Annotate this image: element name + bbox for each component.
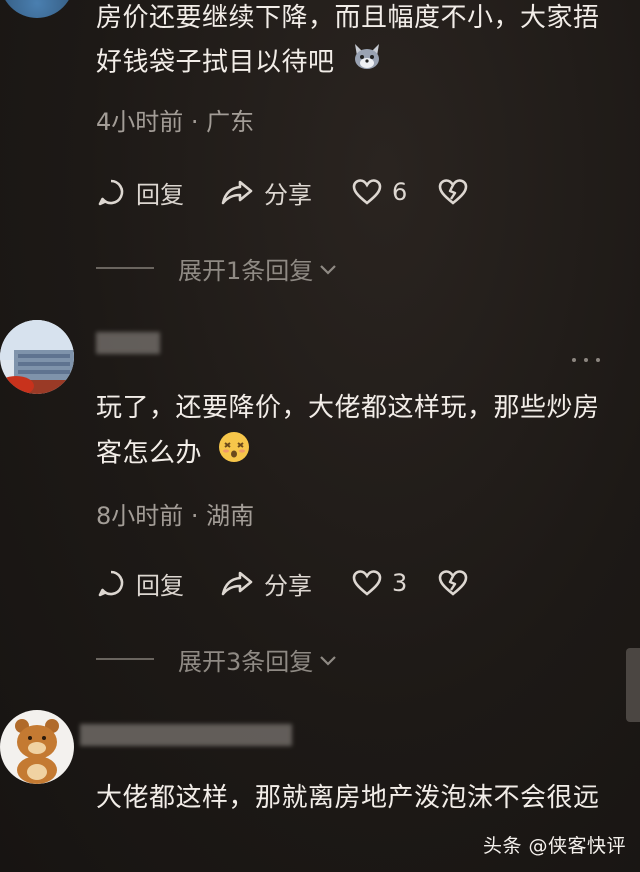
broken-heart-icon	[438, 570, 468, 596]
divider-line	[96, 267, 154, 269]
username[interactable]	[96, 332, 160, 354]
divider-line	[96, 658, 154, 660]
like-count: 3	[392, 569, 408, 597]
share-button[interactable]: 分享	[220, 563, 312, 603]
like-count: 6	[392, 178, 408, 206]
expand-label: 展开3条回复	[178, 647, 314, 676]
reply-label: 回复	[136, 180, 184, 209]
comment-time: 8小时前 · 湖南	[96, 502, 255, 530]
dizzy-face-icon	[217, 430, 251, 478]
reply-button[interactable]: 回复	[96, 172, 184, 212]
share-label: 分享	[264, 571, 312, 600]
reply-label: 回复	[136, 571, 184, 600]
scrollbar[interactable]	[626, 648, 640, 722]
reply-icon	[98, 179, 124, 206]
broken-heart-icon	[438, 179, 468, 205]
comment-text: 房价还要继续下降，而且幅度不小，大家捂好钱袋子拭目以待吧	[96, 0, 606, 86]
comment-text: 大佬都这样，那就离房地产泼泡沫不会很远	[96, 783, 600, 813]
chevron-down-icon	[319, 645, 337, 673]
watermark: 头条 @侠客快评	[482, 835, 626, 857]
comment-time: 4小时前 · 广东	[96, 108, 255, 136]
dislike-button[interactable]	[438, 172, 468, 212]
avatar[interactable]	[0, 710, 74, 784]
share-icon	[221, 571, 253, 596]
share-label: 分享	[264, 180, 312, 209]
reply-button[interactable]: 回复	[96, 563, 184, 603]
share-button[interactable]: 分享	[220, 172, 312, 212]
comment-actions: 回复 分享 3	[96, 563, 516, 603]
heart-icon	[352, 570, 382, 596]
heart-icon	[352, 179, 382, 205]
expand-replies-button[interactable]: 展开3条回复	[96, 641, 337, 677]
chevron-down-icon	[319, 254, 337, 282]
expand-replies-button[interactable]: 展开1条回复	[96, 250, 337, 286]
reply-icon	[98, 570, 124, 597]
comment-text: 玩了，还要降价，大佬都这样玩，那些炒房客怎么办	[96, 386, 606, 478]
avatar[interactable]	[0, 320, 74, 394]
comment-actions: 回复 分享 6	[96, 172, 516, 212]
dislike-button[interactable]	[438, 563, 468, 603]
wolf-face-icon	[351, 40, 383, 86]
more-options-icon[interactable]	[572, 358, 600, 362]
like-button[interactable]: 6	[352, 172, 407, 212]
share-icon	[221, 180, 253, 205]
expand-label: 展开1条回复	[178, 256, 314, 285]
username[interactable]	[80, 724, 292, 746]
like-button[interactable]: 3	[352, 563, 407, 603]
